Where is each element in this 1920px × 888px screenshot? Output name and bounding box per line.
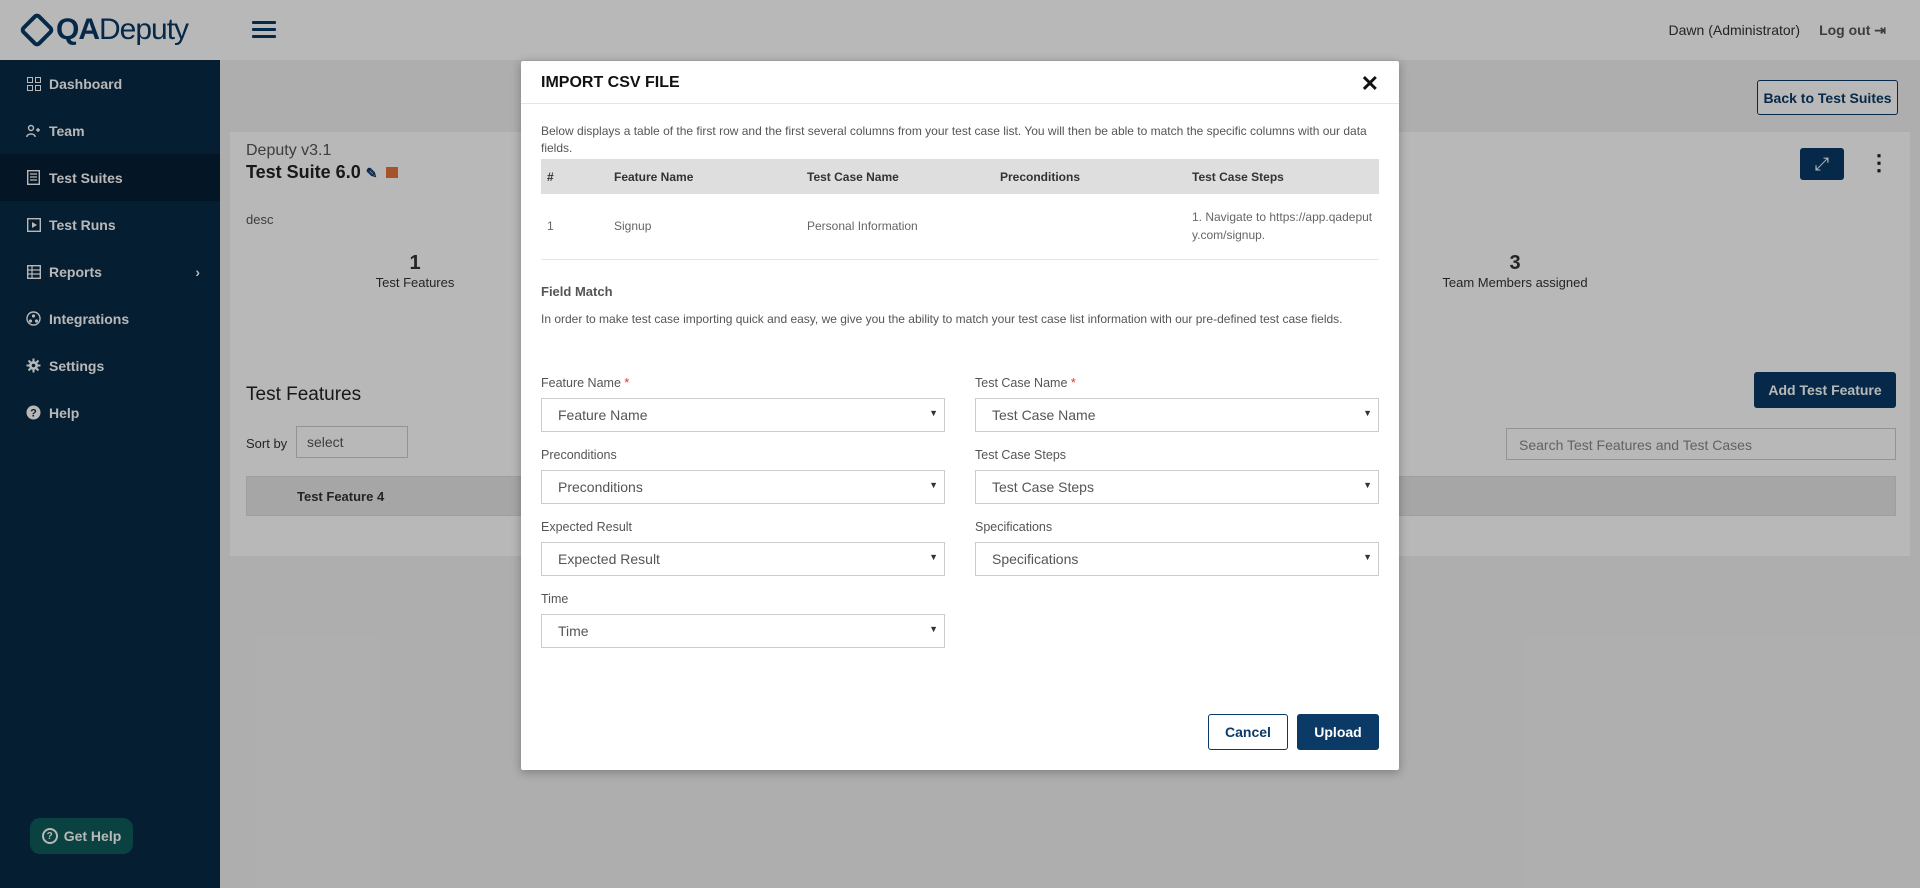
select-value: Expected Result (558, 551, 660, 567)
preconditions-select[interactable]: Preconditions ▼ (541, 470, 945, 504)
specifications-field: Specifications Specifications ▼ (975, 520, 1379, 576)
feature-name-field: Feature Name * Feature Name ▼ (541, 376, 945, 432)
chevron-down-icon: ▼ (929, 552, 938, 562)
header-cell: Preconditions (994, 159, 1186, 194)
specifications-select[interactable]: Specifications ▼ (975, 542, 1379, 576)
required-marker: * (624, 376, 630, 390)
table-cell: Signup (608, 194, 801, 260)
time-select[interactable]: Time ▼ (541, 614, 945, 648)
modal-title: IMPORT CSV FILE (541, 74, 680, 91)
table-cell: 1. Navigate to https://app.qadeputy.com/… (1186, 194, 1379, 260)
import-csv-modal: IMPORT CSV FILE ✕ Below displays a table… (521, 61, 1399, 770)
preconditions-field: Preconditions Preconditions ▼ (541, 448, 945, 504)
field-label: Time (541, 592, 569, 606)
chevron-down-icon: ▼ (1363, 480, 1372, 490)
header-cell: Test Case Steps (1186, 159, 1379, 194)
select-value: Time (558, 623, 589, 639)
field-label: Test Case Steps (975, 448, 1067, 462)
chevron-down-icon: ▼ (929, 624, 938, 634)
chevron-down-icon: ▼ (929, 480, 938, 490)
chevron-down-icon: ▼ (1363, 552, 1372, 562)
expected-result-select[interactable]: Expected Result ▼ (541, 542, 945, 576)
preview-table: # Feature Name Test Case Name Preconditi… (541, 159, 1379, 260)
select-value: Test Case Name (992, 407, 1096, 423)
required-marker: * (1070, 376, 1076, 390)
field-label: Preconditions (541, 448, 617, 462)
expected-result-field: Expected Result Expected Result ▼ (541, 520, 945, 576)
field-label-text: Test Case Name (975, 376, 1068, 390)
header-cell: Feature Name (608, 159, 801, 194)
cancel-button[interactable]: Cancel (1208, 714, 1288, 750)
select-value: Preconditions (558, 479, 643, 495)
select-value: Feature Name (558, 407, 648, 423)
table-cell (994, 194, 1186, 260)
feature-name-select[interactable]: Feature Name ▼ (541, 398, 945, 432)
header-cell: # (541, 159, 608, 194)
header-cell: Test Case Name (801, 159, 994, 194)
chevron-down-icon: ▼ (929, 408, 938, 418)
test-case-name-field: Test Case Name * Test Case Name ▼ (975, 376, 1379, 432)
select-value: Test Case Steps (992, 479, 1094, 495)
field-match-title: Field Match (541, 284, 613, 299)
table-cell: Personal Information (801, 194, 994, 260)
upload-button[interactable]: Upload (1297, 714, 1379, 750)
field-label-text: Feature Name (541, 376, 621, 390)
test-case-name-select[interactable]: Test Case Name ▼ (975, 398, 1379, 432)
select-value: Specifications (992, 551, 1079, 567)
field-match-description: In order to make test case importing qui… (541, 312, 1343, 326)
preview-header-row: # Feature Name Test Case Name Preconditi… (541, 159, 1379, 194)
test-case-steps-field: Test Case Steps Test Case Steps ▼ (975, 448, 1379, 504)
modal-intro: Below displays a table of the first row … (541, 124, 1367, 155)
field-label: Expected Result (541, 520, 633, 534)
field-label: Feature Name * (541, 376, 945, 390)
chevron-down-icon: ▼ (1363, 408, 1372, 418)
modal-header: IMPORT CSV FILE ✕ (521, 61, 1399, 104)
close-icon[interactable]: ✕ (1361, 71, 1379, 97)
table-cell: 1 (541, 194, 608, 260)
field-label: Test Case Name * (975, 376, 1379, 390)
field-label: Specifications (975, 520, 1053, 534)
table-row: 1 Signup Personal Information 1. Navigat… (541, 194, 1379, 260)
time-field: Time Time ▼ (541, 592, 945, 648)
test-case-steps-select[interactable]: Test Case Steps ▼ (975, 470, 1379, 504)
